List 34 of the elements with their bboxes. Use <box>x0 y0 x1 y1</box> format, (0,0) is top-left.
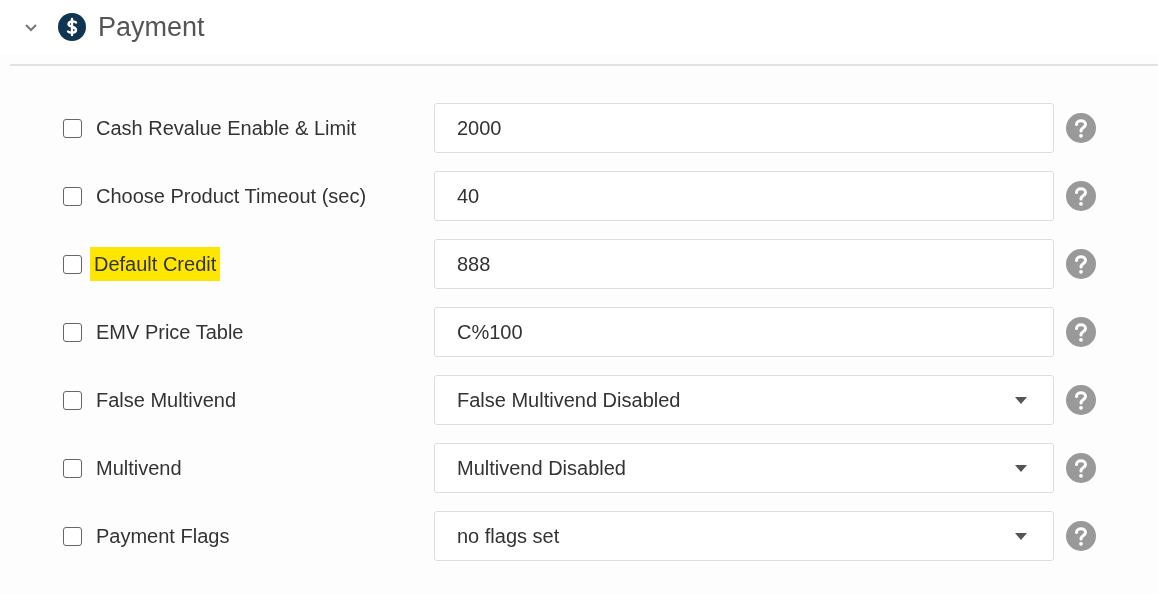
setting-label: Multivend <box>95 455 183 481</box>
checkbox[interactable] <box>63 254 82 274</box>
setting-label: Payment Flags <box>95 523 231 549</box>
help-icon[interactable] <box>1066 181 1096 211</box>
checkbox[interactable] <box>63 458 82 478</box>
setting-label: Cash Revalue Enable & Limit <box>95 115 358 141</box>
input-field[interactable]: 888 <box>434 239 1054 289</box>
input-field[interactable]: C%100 <box>434 307 1054 357</box>
checkbox[interactable] <box>63 526 82 546</box>
help-icon[interactable] <box>1066 521 1096 551</box>
dropdown[interactable]: no flags set <box>434 511 1054 561</box>
caret-icon <box>1015 532 1027 540</box>
help-icon[interactable] <box>1066 113 1096 143</box>
section-title: Payment <box>98 11 205 43</box>
checkbox[interactable] <box>63 118 82 138</box>
setting-label: EMV Price Table <box>95 319 245 345</box>
dropdown[interactable]: Multivend Disabled <box>434 443 1054 493</box>
setting-label: False Multivend <box>95 387 238 413</box>
caret-icon <box>1015 464 1027 472</box>
checkbox[interactable] <box>63 390 82 410</box>
input-field[interactable]: 2000 <box>434 103 1054 153</box>
checkbox[interactable] <box>63 322 82 342</box>
help-icon[interactable] <box>1066 317 1096 347</box>
caret-icon <box>1015 396 1027 404</box>
dropdown[interactable]: False Multivend Disabled <box>434 375 1054 425</box>
setting-label: Choose Product Timeout (sec) <box>95 183 368 209</box>
setting-label: Default Credit <box>90 246 221 281</box>
input-field[interactable]: 40 <box>434 171 1054 221</box>
help-icon[interactable] <box>1066 453 1096 483</box>
help-icon[interactable] <box>1066 249 1096 279</box>
dollar-icon <box>58 13 86 41</box>
help-icon[interactable] <box>1066 385 1096 415</box>
checkbox[interactable] <box>63 186 82 206</box>
chevron-icon[interactable] <box>24 22 38 32</box>
